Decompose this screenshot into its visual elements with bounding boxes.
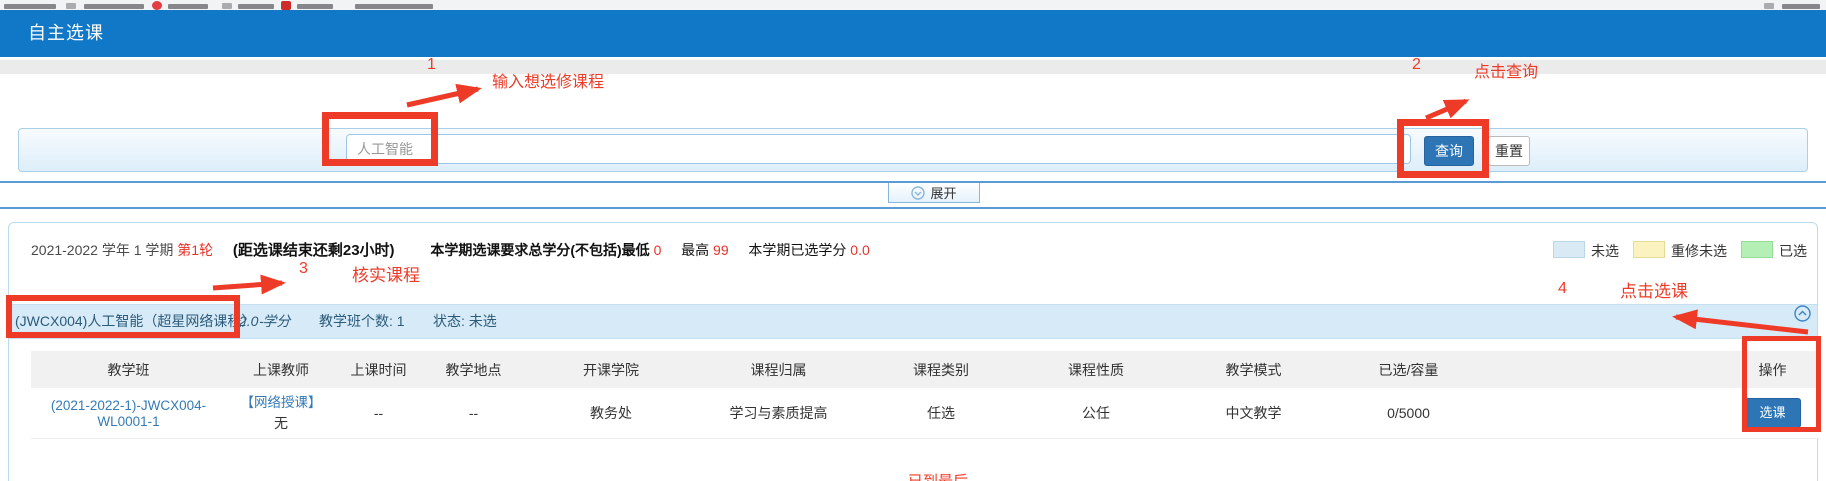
favicon-icon[interactable]	[152, 1, 162, 10]
end-of-list-note: 已到最后...	[908, 470, 981, 481]
course-nature: 公任	[1021, 388, 1171, 439]
bookmark-item[interactable]	[238, 4, 274, 9]
bookmark-item[interactable]	[4, 4, 56, 9]
col-header: 操作	[1726, 351, 1819, 388]
legend-swatch-unselected	[1553, 241, 1585, 258]
favicon-icon[interactable]	[281, 1, 291, 10]
course-category: 任选	[861, 388, 1021, 439]
results-panel: 2021-2022 学年 1 学期 第1轮 (距选课结束还剩23小时) 本学期选…	[8, 222, 1818, 481]
legend-item-selected: 已选	[1741, 241, 1807, 261]
legend-swatch-selected	[1741, 241, 1773, 258]
legend-item-unselected: 未选	[1553, 241, 1619, 261]
semester-info: 2021-2022 学年 1 学期 第1轮 (距选课结束还剩23小时) 本学期选…	[31, 239, 1531, 260]
credit-min: 0	[654, 242, 662, 258]
col-header: 课程类别	[861, 351, 1021, 388]
divider	[0, 207, 1826, 209]
status-legend: 未选 重修未选 已选	[1553, 241, 1807, 261]
col-header: 教学班	[31, 351, 226, 388]
select-course-button[interactable]: 选课	[1745, 398, 1801, 428]
semester-round: 第1轮	[177, 242, 213, 258]
folder-icon[interactable]	[222, 3, 232, 9]
browser-bookmarks-bar	[0, 0, 1826, 10]
arrow-step1	[407, 89, 478, 105]
class-id-link[interactable]: (2021-2022-1)-JWCX004-WL0001-1	[51, 398, 206, 429]
teacher-name: 无	[227, 413, 335, 433]
col-header-spacer	[1481, 351, 1726, 388]
col-header: 开课学院	[526, 351, 696, 388]
annotation-step1-number: 1	[427, 56, 436, 74]
chevron-down-circle-icon	[911, 186, 925, 200]
credit-max-label: 最高	[681, 242, 709, 258]
col-header: 课程性质	[1021, 351, 1171, 388]
selected-credits-label: 本学期已选学分	[748, 242, 846, 258]
annotation-step3-label: 核实课程	[352, 261, 420, 286]
col-header: 课程归属	[696, 351, 861, 388]
class-time: --	[336, 388, 421, 439]
col-header: 教学模式	[1171, 351, 1336, 388]
col-header: 教学地点	[421, 351, 526, 388]
chevron-up-circle-icon[interactable]	[1794, 305, 1811, 322]
credit-requirement-label: 本学期选课要求总学分(不包括)最低	[430, 242, 649, 258]
table-header-row: 教学班 上课教师 上课时间 教学地点 开课学院 课程归属 课程类别 课程性质 教…	[31, 351, 1819, 388]
legend-label: 未选	[1591, 243, 1619, 259]
table-row: (2021-2022-1)-JWCX004-WL0001-1 【网络授课】 无 …	[31, 388, 1819, 439]
annotation-step1-label: 输入想选修课程	[492, 68, 604, 92]
query-button[interactable]: 查询	[1424, 136, 1474, 166]
course-credits: 2.0 学分	[239, 305, 290, 338]
page-title: 自主选课	[28, 10, 104, 57]
expand-toggle[interactable]: 展开	[888, 183, 980, 203]
credit-max: 99	[713, 242, 729, 258]
legend-swatch-retake	[1633, 241, 1665, 258]
legend-label: 已选	[1779, 243, 1807, 259]
course-search-input[interactable]	[346, 134, 1411, 164]
annotation-step4-number: 4	[1558, 280, 1567, 298]
expand-label: 展开	[930, 183, 956, 202]
annotation-step2-number: 2	[1412, 56, 1421, 74]
col-header: 已选/容量	[1336, 351, 1481, 388]
toolbar-strip	[0, 60, 1826, 74]
annotation-step3-number: 3	[299, 260, 308, 278]
course-class-count: 教学班个数: 1	[319, 305, 405, 338]
browser-toolbar-icon[interactable]	[1782, 4, 1820, 9]
spacer-cell	[1481, 388, 1726, 439]
legend-label: 重修未选	[1671, 243, 1727, 259]
class-table: 教学班 上课教师 上课时间 教学地点 开课学院 课程归属 课程类别 课程性质 教…	[31, 351, 1819, 439]
class-college: 教务处	[526, 388, 696, 439]
reset-button[interactable]: 重置	[1488, 136, 1530, 166]
arrow-step2	[1426, 101, 1466, 118]
teaching-language: 中文教学	[1171, 388, 1336, 439]
course-belonging: 学习与素质提高	[696, 388, 861, 439]
annotation-step4-label: 点击选课	[1620, 277, 1688, 302]
semester-term: 2021-2022 学年 1 学期	[31, 242, 173, 258]
col-header: 上课时间	[336, 351, 421, 388]
page: 自主选课 查询 重置 展开 2021-2022 学年 1 学期 第1轮 (距选课…	[0, 0, 1826, 481]
bookmark-item[interactable]	[84, 4, 144, 9]
class-location: --	[421, 388, 526, 439]
capacity: 0/5000	[1336, 388, 1481, 439]
filter-panel: 查询 重置	[18, 128, 1808, 172]
selection-countdown: (距选课结束还剩23小时)	[233, 242, 395, 259]
course-status: 状态: 未选	[433, 305, 497, 338]
bookmark-item[interactable]	[168, 4, 208, 9]
teaching-mode-tag: 【网络授课】	[227, 393, 335, 413]
annotation-step2-label: 点击查询	[1474, 58, 1538, 82]
legend-item-retake: 重修未选	[1633, 241, 1727, 261]
course-title: (JWCX004)人工智能（超星网络课程） -	[15, 305, 264, 338]
folder-icon[interactable]	[66, 3, 76, 9]
col-header: 上课教师	[226, 351, 336, 388]
bookmark-item[interactable]	[297, 4, 333, 9]
selected-credits-value: 0.0	[850, 242, 869, 258]
page-header: 自主选课	[0, 10, 1826, 57]
course-group-header[interactable]: (JWCX004)人工智能（超星网络课程） - 2.0 学分 教学班个数: 1 …	[9, 304, 1817, 339]
bookmark-item[interactable]	[355, 4, 433, 9]
browser-toolbar-icon[interactable]	[1764, 3, 1774, 9]
